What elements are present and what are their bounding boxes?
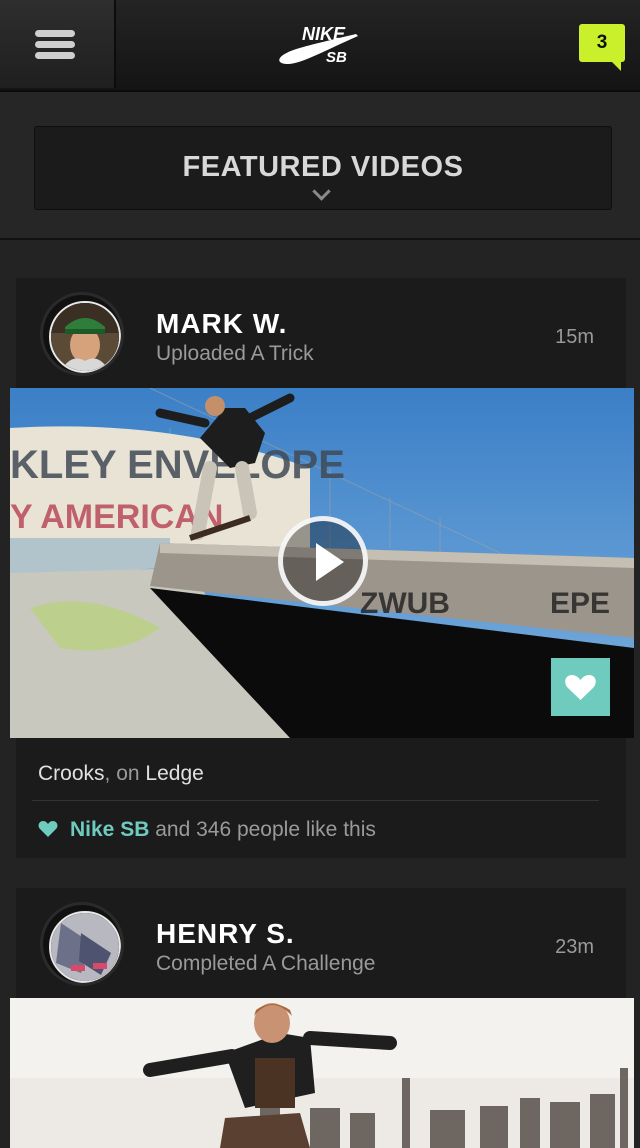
trick-caption: Crooks, on Ledge — [38, 762, 204, 786]
heart-icon — [38, 821, 58, 837]
svg-text:ZWUB: ZWUB — [360, 587, 450, 620]
hamburger-icon-bar — [35, 41, 75, 48]
heart-icon — [565, 675, 596, 700]
video-thumbnail[interactable] — [10, 998, 634, 1148]
like-button[interactable] — [551, 658, 610, 716]
svg-text:KLEY ENVELOPE: KLEY ENVELOPE — [10, 443, 345, 487]
likes-summary[interactable]: Nike SB and 346 people like this — [38, 818, 376, 842]
app-header: NIKE SB 3 — [0, 0, 640, 92]
avatar-image — [49, 301, 121, 373]
likes-rest: and 346 people like this — [149, 818, 376, 841]
svg-text:EPE: EPE — [550, 587, 610, 620]
avatar-image — [49, 911, 121, 983]
menu-button[interactable] — [0, 0, 116, 88]
hamburger-icon-bar — [35, 30, 75, 37]
trick-name: Crooks — [38, 762, 105, 785]
play-button[interactable] — [278, 516, 368, 606]
featured-section: FEATURED VIDEOS — [0, 92, 640, 240]
timestamp: 23m — [555, 936, 594, 958]
avatar[interactable] — [40, 292, 124, 376]
avatar-photo — [51, 913, 119, 981]
avatar-photo — [51, 303, 119, 371]
skate-photo — [10, 998, 634, 1148]
video-thumbnail[interactable]: KLEY ENVELOPE Y AMERICAN ZWUB EPE — [10, 388, 634, 738]
caption-connector: , on — [104, 762, 146, 785]
hamburger-icon-bar — [35, 52, 75, 59]
notification-badge[interactable]: 3 — [579, 24, 625, 71]
user-action: Completed A Challenge — [156, 952, 376, 975]
svg-text:SB: SB — [326, 49, 347, 66]
feed-card: HENRY S. Completed A Challenge 23m — [10, 888, 634, 1148]
user-name[interactable]: HENRY S. — [156, 918, 295, 950]
obstacle-name: Ledge — [145, 762, 204, 785]
featured-title: FEATURED VIDEOS — [182, 151, 464, 183]
user-name[interactable]: MARK W. — [156, 308, 287, 340]
divider — [32, 800, 599, 801]
user-action: Uploaded A Trick — [156, 342, 314, 365]
timestamp: 15m — [555, 326, 594, 348]
feed-card: MARK W. Uploaded A Trick 15m KLEY ENVELO… — [10, 278, 634, 858]
nike-sb-logo: NIKE SB — [279, 24, 358, 66]
chevron-down-icon — [312, 182, 331, 201]
likes-by[interactable]: Nike SB — [70, 818, 149, 841]
avatar[interactable] — [40, 902, 124, 986]
featured-videos-dropdown[interactable]: FEATURED VIDEOS — [34, 126, 612, 210]
